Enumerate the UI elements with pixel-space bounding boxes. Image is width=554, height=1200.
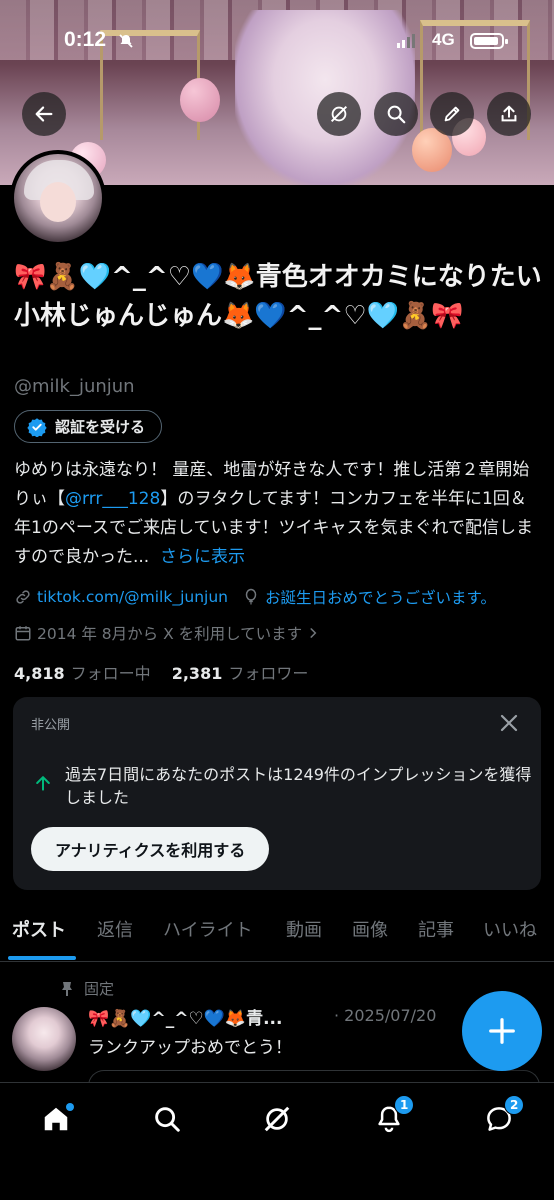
network-type: 4G: [432, 30, 455, 49]
tab-photos[interactable]: 画像: [352, 916, 388, 942]
search-icon: [155, 1107, 180, 1132]
follow-stats: 4,818 フォロー中 2,381 フォロワー: [14, 660, 308, 684]
followers-link[interactable]: 2,381 フォロワー: [172, 664, 309, 683]
grok-icon: [330, 105, 348, 123]
nav-grok[interactable]: [257, 1099, 297, 1139]
nav-home[interactable]: [36, 1099, 76, 1139]
profile-meta-row: tiktok.com/@milk_junjun お誕生日おめでとうございます。: [14, 586, 496, 608]
nav-messages[interactable]: 2: [479, 1095, 525, 1139]
followers-label: フォロワー: [228, 664, 309, 683]
pinned-indicator: 固定: [60, 978, 114, 999]
grok-button[interactable]: [317, 92, 361, 136]
following-count: 4,818: [14, 664, 65, 683]
calendar-icon: [15, 626, 31, 641]
following-label: フォロー中: [70, 664, 151, 683]
tab-articles[interactable]: 記事: [418, 916, 454, 942]
post-avatar[interactable]: [12, 1007, 76, 1071]
followers-count: 2,381: [171, 664, 223, 683]
profile-avatar[interactable]: [10, 150, 106, 246]
arrow-up-icon: [36, 776, 50, 791]
back-button[interactable]: [22, 92, 66, 136]
profile-bio: ゆめりは永遠なり！ 量産、地雷が好きな人です！推し活第２章開始りぃ【@rrr__…: [14, 456, 542, 572]
following-link[interactable]: 4,818 フォロー中: [14, 664, 151, 683]
get-verified-button[interactable]: 認証を受ける: [14, 410, 163, 443]
balloon-icon: [245, 588, 257, 605]
verify-label: 認証を受ける: [55, 418, 146, 436]
status-bar: 0:12 4G: [0, 0, 554, 56]
nav-notifications[interactable]: 1: [369, 1095, 415, 1139]
post-date[interactable]: · 2025/07/20: [334, 1006, 436, 1025]
messages-badge: 2: [504, 1095, 525, 1115]
profile-website-link[interactable]: tiktok.com/@milk_junjun: [37, 588, 228, 606]
display-name: 🎀🧸🩵^_^♡💙🦊青色オオカミになりたい小林じゅんじゅん🦊💙^_^♡🩵🧸🎀: [14, 262, 542, 331]
show-more-link[interactable]: さらに表示: [160, 547, 245, 567]
share-button[interactable]: [487, 92, 531, 136]
home-unread-dot: [66, 1103, 74, 1111]
joined-date: 2014 年 8月から X を利用しています: [37, 625, 303, 643]
back-arrow-icon: [35, 106, 53, 122]
verified-badge-icon: [27, 417, 47, 437]
bio-mention-link[interactable]: @rrr___128: [65, 489, 160, 509]
tab-likes[interactable]: いいね: [483, 916, 537, 942]
plus-icon: [489, 1018, 515, 1044]
post-author-name[interactable]: 🎀🧸🩵^_^♡💙🦊青...: [88, 1004, 282, 1029]
tab-posts[interactable]: ポスト: [12, 916, 66, 942]
banner-balloon: [180, 78, 220, 122]
edit-pencil-icon: [444, 106, 460, 122]
pinned-label: 固定: [84, 980, 115, 998]
tab-videos[interactable]: 動画: [286, 916, 322, 942]
edit-profile-button[interactable]: [430, 92, 474, 136]
birthday-text[interactable]: お誕生日おめでとうございます。: [265, 586, 496, 608]
analytics-button[interactable]: アナリティクスを利用する: [31, 827, 270, 871]
tab-highlights[interactable]: ハイライト: [163, 916, 253, 942]
private-label: 非公開: [31, 718, 71, 733]
signal-icon: [397, 34, 415, 48]
compose-post-button[interactable]: [462, 991, 542, 1071]
tab-replies[interactable]: 返信: [97, 916, 133, 942]
search-icon: [387, 105, 406, 124]
joined-row[interactable]: 2014 年 8月から X を利用しています: [14, 622, 325, 644]
notifications-badge: 1: [394, 1095, 415, 1115]
active-tab-indicator: [8, 956, 76, 960]
avatar-face: [40, 182, 76, 222]
close-icon[interactable]: [497, 711, 521, 735]
grok-icon: [264, 1106, 290, 1132]
pin-icon: [62, 981, 72, 996]
share-icon: [501, 105, 517, 122]
search-button[interactable]: [374, 92, 418, 136]
profile-handle: @milk_junjun: [14, 376, 135, 397]
nav-search[interactable]: [147, 1099, 187, 1139]
bottom-navigation: 1 2: [0, 1082, 554, 1200]
link-icon: [16, 590, 30, 604]
profile-tabs: ポスト 返信 ハイライト 動画 画像 記事 いいね: [0, 906, 554, 962]
chevron-right-icon: [310, 628, 317, 638]
private-analytics-card: 非公開 過去7日間にあなたのポストは1249件のインプレッションを獲得しました …: [13, 697, 541, 890]
bell-off-icon: [119, 34, 133, 48]
post-text: ランクアップおめでとう！: [88, 1038, 292, 1058]
status-time: 0:12: [64, 28, 107, 51]
battery-icon: [470, 33, 508, 49]
impressions-message: 過去7日間にあなたのポストは1249件のインプレッションを獲得しました: [65, 765, 532, 807]
